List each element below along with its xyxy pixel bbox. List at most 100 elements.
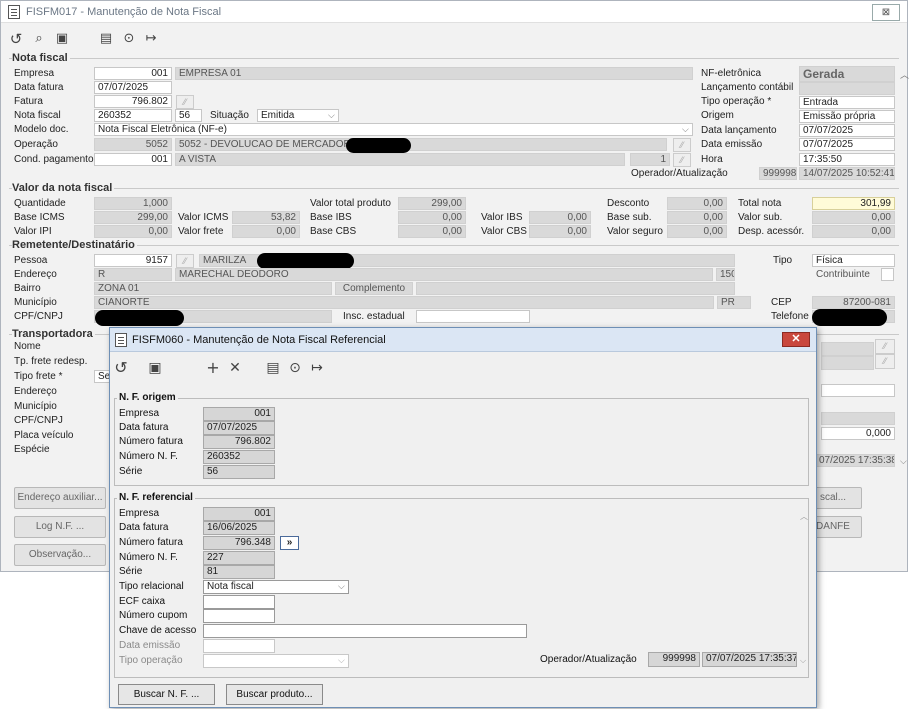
scroll-down-icon[interactable]: ⌵ [800,656,806,666]
scroll-up-icon[interactable]: ︿ [800,511,808,522]
bairro-field: ZONA 01 [94,282,332,295]
refresh-icon[interactable]: ↺ [110,358,132,378]
complemento-field [416,282,735,295]
endereco-field: MARECHAL DEODORO [175,268,713,281]
insc-estadual-field[interactable] [416,310,530,323]
chevron-down-icon[interactable]: ⌵ [338,581,345,592]
lookup-icon[interactable]: ⁄⁄ [176,254,194,268]
fatura-field[interactable]: 796.802 [94,95,172,108]
valor-cbs-label: Valor CBS [481,226,527,237]
exit-icon[interactable]: ↦ [308,358,326,378]
tipo-relacional-select[interactable]: Nota fiscal [203,580,349,594]
dialog-titlebar: FISFM060 - Manutenção de Nota Fiscal Ref… [110,328,816,352]
lookup-icon[interactable]: ⁄⁄ [176,95,194,109]
chave-acesso-field[interactable] [203,624,527,638]
municipio-label: Município [14,297,57,308]
contribuinte-checkbox[interactable] [881,268,894,281]
data-fatura-field[interactable]: 07/07/2025 [94,81,172,94]
origem-field[interactable]: Emissão própria [799,110,895,123]
data-emissao-field[interactable]: 07/07/2025 [799,138,895,151]
main-titlebar: FISFM017 - Manutenção de Nota Fiscal ⊠ [1,1,907,23]
valor-frete-field: 0,00 [232,225,300,238]
log-nf-button[interactable]: Log N.F. ... [14,516,106,538]
chevron-up-icon[interactable]: ︿ [900,68,909,81]
lookup-icon[interactable]: ⁄⁄ [673,153,691,167]
base-ibs-label: Base IBS [310,212,352,223]
lookup-icon[interactable]: ⁄⁄ [875,339,895,354]
ref-numero-fatura-field[interactable]: 796.348 [203,536,275,550]
desp-acessor-label: Desp. acessór. [738,226,805,237]
hora-field[interactable]: 17:35:50 [799,153,895,166]
refresh-icon[interactable]: ↺ [7,29,25,49]
help-icon[interactable]: ⊙ [286,358,304,378]
modelo-select[interactable]: Nota Fiscal Eletrônica (NF-e) [94,123,693,136]
tipo-operacao-field[interactable]: Entrada [799,96,895,109]
lookup-icon[interactable]: ⁄⁄ [673,138,691,152]
quantidade-field: 1,000 [94,197,172,210]
transp-endereco-field-right[interactable] [821,384,895,397]
dialog-close-icon[interactable]: ✕ [782,332,810,347]
buscar-produto-button[interactable]: Buscar produto... [226,684,323,705]
numero-cupom-field[interactable] [203,609,275,623]
help-icon[interactable]: ⊙ [120,29,138,49]
calendar-icon[interactable]: ▤ [97,29,115,49]
chevron-down-icon[interactable]: ⌵ [900,456,907,467]
redacted-mark [812,309,887,326]
origem-serie-field: 56 [203,465,275,479]
total-nota-field[interactable]: 301,99 [812,197,895,210]
contribuinte-label: Contribuinte [816,269,870,280]
base-sub-label: Base sub. [607,212,652,223]
main-window-title: FISFM017 - Manutenção de Nota Fiscal [26,6,222,18]
transp-field-right [821,342,874,356]
data-fatura-label: Data fatura [14,82,64,93]
remove-icon[interactable]: ✕ [226,358,244,378]
municipio-field: CIANORTE [94,296,714,309]
situacao-label: Situação [210,110,249,121]
add-icon[interactable]: + [204,358,222,378]
empresa-label: Empresa [14,68,55,79]
search-icon[interactable]: ⌕ [30,29,48,49]
valor-cbs-field: 0,00 [529,225,591,238]
pessoa-code-field[interactable]: 9157 [94,254,172,267]
cond-code-field[interactable]: 001 [94,153,172,166]
cpf-cnpj-label: CPF/CNPJ [14,311,63,322]
expand-icon[interactable]: » [280,536,299,550]
save-icon[interactable]: ▣ [144,358,166,378]
nota-fiscal-field[interactable]: 260352 [94,109,172,122]
exit-icon[interactable]: ↦ [142,29,160,49]
tipo-field[interactable]: Física [812,254,895,267]
data-emissao-field [203,639,275,653]
save-icon[interactable]: ▣ [53,29,71,49]
chevron-down-icon[interactable]: ⌵ [682,124,689,135]
empresa-code-field[interactable]: 001 [94,67,172,80]
section-remetente: Remetente/Destinatário [12,239,137,251]
transp-municipio-label: Município [14,401,57,412]
parcelas-field: 1 [630,153,670,166]
ref-operador-field: 999998 [648,652,700,667]
tp-frete-redesp-label: Tp. frete redesp. [14,356,88,367]
base-ibs-field: 0,00 [398,211,466,224]
tipo-label: Tipo [773,255,793,266]
tipo-relacional-label: Tipo relacional [119,581,184,592]
telefone-label: Telefone [771,311,809,322]
close-icon[interactable]: ⊠ [872,4,900,21]
cep-label: CEP [771,297,792,308]
ref-data-fatura-label: Data fatura [119,522,169,533]
especie-label: Espécie [14,444,50,455]
data-lancamento-field[interactable]: 07/07/2025 [799,124,895,137]
ecf-caixa-field[interactable] [203,595,275,609]
chevron-down-icon[interactable]: ⌵ [328,110,335,121]
observacao-button[interactable]: Observação... [14,544,106,566]
section-nf-origem: N. F. origem [117,392,178,403]
calendar-icon[interactable]: ▤ [264,358,282,378]
operacao-code-field[interactable]: 5052 [94,138,172,151]
endereco-auxiliar-button[interactable]: Endereço auxiliar... [14,487,106,509]
serie-field[interactable]: 56 [175,109,202,122]
operacao-label: Operação [14,139,58,150]
lookup-icon[interactable]: ⁄⁄ [875,354,895,369]
buscar-nf-button[interactable]: Buscar N. F. ... [118,684,215,705]
cep-field: 87200-081 [812,296,895,309]
situacao-select[interactable]: Emitida [257,109,339,122]
empresa-name-field: EMPRESA 01 [175,67,693,80]
peso-field[interactable]: 0,000 [821,427,895,440]
